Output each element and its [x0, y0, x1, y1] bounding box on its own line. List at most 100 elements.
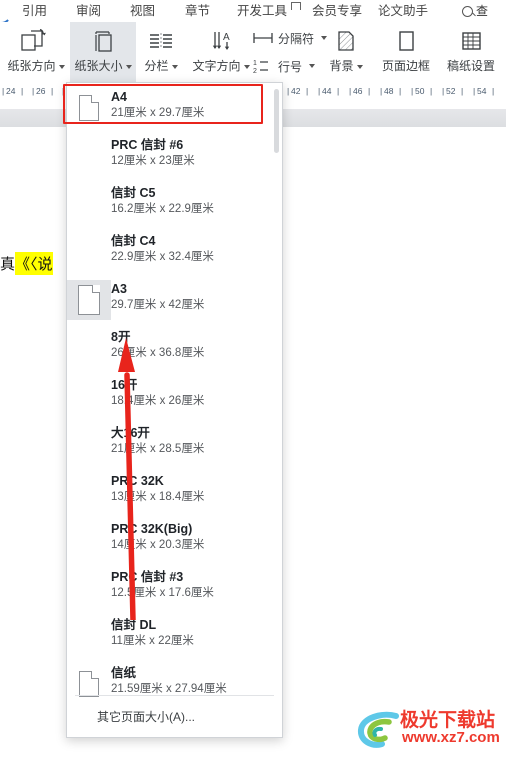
paper-size-option[interactable]: 大16开 21厘米 x 28.5厘米 — [67, 419, 282, 467]
option-icon-slot — [67, 568, 111, 608]
ruler-tick: | — [337, 86, 340, 96]
document-text-line: 真 《〈说 — [0, 248, 66, 278]
paper-size-option[interactable]: PRC 32K(Big) 14厘米 x 20.3厘米 — [67, 515, 282, 563]
option-text: 信纸 21.59厘米 x 27.94厘米 — [111, 664, 227, 698]
ruler-tick: | — [51, 86, 54, 96]
columns-icon — [147, 26, 175, 56]
ruler-tick: | — [32, 86, 35, 96]
background-button[interactable]: 背景 — [320, 22, 372, 82]
paper-size-option[interactable]: 信封 C5 16.2厘米 x 22.9厘米 — [67, 179, 282, 227]
document-highlighted-text: 《〈说 — [15, 251, 53, 275]
ruler-tick-26: 26 — [36, 86, 46, 96]
ruler-tick: | — [318, 86, 321, 96]
option-dimensions: 18.4厘米 x 26厘米 — [111, 395, 205, 407]
paper-size-option[interactable]: PRC 32K 13厘米 x 18.4厘米 — [67, 467, 282, 515]
option-text: A4 21厘米 x 29.7厘米 — [111, 88, 204, 122]
ruler-tick: | — [287, 86, 290, 96]
menu-item-developer[interactable]: 开发工具 — [237, 0, 287, 22]
page-border-button[interactable]: 页面边框 — [375, 22, 437, 82]
page-border-icon — [393, 26, 419, 56]
paper-orientation-icon — [21, 26, 51, 56]
paper-size-option[interactable]: 信封 DL 11厘米 x 22厘米 — [67, 611, 282, 659]
watermark: 极光下载站 www.xz7.com — [358, 706, 504, 756]
option-text: PRC 信封 #3 12.5厘米 x 17.6厘米 — [111, 568, 214, 602]
ruler-tick: | — [2, 86, 5, 96]
chevron-down-icon — [171, 64, 178, 69]
paper-size-option[interactable]: PRC 信封 #6 12厘米 x 23厘米 — [67, 131, 282, 179]
menu-item-references[interactable]: 引用 — [22, 0, 47, 22]
background-icon — [333, 26, 359, 56]
text-direction-button[interactable]: A 文字方向 — [186, 22, 256, 82]
option-name: 大16开 — [111, 426, 150, 440]
app-logo-icon — [0, 2, 12, 22]
separator-icon — [253, 33, 273, 43]
option-dimensions: 16.2厘米 x 22.9厘米 — [111, 203, 214, 215]
restore-window-icon[interactable] — [291, 2, 301, 10]
ruler-tick: | — [380, 86, 383, 96]
ruler-tick: | — [306, 86, 309, 96]
paper-size-option[interactable]: A3 29.7厘米 x 42厘米 — [67, 275, 282, 323]
other-page-size-menu-item[interactable]: 其它页面大小(A)... — [67, 696, 282, 736]
menu-item-member[interactable]: 会员专享 — [312, 0, 362, 22]
document-plain-text: 真 — [0, 254, 16, 273]
ruler-tick: | — [442, 86, 445, 96]
option-dimensions: 11厘米 x 22厘米 — [111, 635, 194, 647]
page-icon — [67, 280, 111, 320]
background-label: 背景 — [329, 57, 363, 74]
option-icon-slot — [67, 136, 111, 176]
paper-orientation-button[interactable]: 纸张方向 — [2, 22, 70, 82]
columns-button[interactable]: 分栏 — [137, 22, 185, 82]
text-direction-label: 文字方向 — [192, 57, 250, 74]
watermark-logo-icon — [358, 711, 399, 748]
option-name: 信封 C5 — [111, 186, 156, 200]
menu-item-review[interactable]: 审阅 — [76, 0, 101, 22]
ruler-tick-44: 44 — [322, 86, 332, 96]
menu-item-thesis-helper[interactable]: 论文助手 — [378, 0, 428, 22]
ruler-tick: | — [411, 86, 414, 96]
menu-item-section[interactable]: 章节 — [185, 0, 210, 22]
svg-text:2: 2 — [253, 68, 257, 74]
option-dimensions: 29.7厘米 x 42厘米 — [111, 299, 205, 311]
search-box[interactable]: 查 — [462, 0, 488, 22]
grid-paper-setting-button[interactable]: 稿纸设置 — [440, 22, 502, 82]
dropdown-scrollbar-thumb[interactable] — [274, 89, 279, 153]
ruler-tick-24: 24 — [6, 86, 16, 96]
chevron-down-icon — [125, 64, 132, 69]
option-icon-slot — [67, 376, 111, 416]
text-direction-icon: A — [206, 26, 236, 56]
separator-button[interactable]: 分隔符 — [250, 24, 328, 52]
chevron-down-icon — [309, 64, 316, 68]
option-text: 信封 DL 11厘米 x 22厘米 — [111, 616, 194, 650]
paper-size-option[interactable]: PRC 信封 #3 12.5厘米 x 17.6厘米 — [67, 563, 282, 611]
option-name: A4 — [111, 90, 127, 104]
separator-label: 分隔符 — [278, 31, 315, 46]
option-name: 信封 DL — [111, 618, 157, 632]
ruler-tick: | — [368, 86, 371, 96]
option-name: 8开 — [111, 330, 131, 344]
search-label: 查 — [476, 4, 489, 18]
option-dimensions: 21厘米 x 28.5厘米 — [111, 443, 205, 455]
paper-size-list[interactable]: A4 21厘米 x 29.7厘米 PRC 信封 #6 12厘米 x 23厘米 信封 C5… — [67, 83, 282, 697]
paper-size-dropdown-menu[interactable]: A4 21厘米 x 29.7厘米 PRC 信封 #6 12厘米 x 23厘米 信封 C5… — [66, 82, 283, 738]
option-dimensions: 21厘米 x 29.7厘米 — [111, 107, 205, 119]
option-name: A3 — [111, 282, 127, 296]
paper-size-option[interactable]: 16开 18.4厘米 x 26厘米 — [67, 371, 282, 419]
option-text: 信封 C4 22.9厘米 x 32.4厘米 — [111, 232, 214, 266]
option-dimensions: 12.5厘米 x 17.6厘米 — [111, 587, 214, 599]
line-number-button[interactable]: 1 2 行号 — [250, 52, 316, 80]
paper-size-option[interactable]: 信封 C4 22.9厘米 x 32.4厘米 — [67, 227, 282, 275]
option-text: 8开 26厘米 x 36.8厘米 — [111, 328, 204, 362]
option-name: PRC 32K(Big) — [111, 522, 193, 536]
paper-size-option[interactable]: A4 21厘米 x 29.7厘米 — [67, 83, 282, 131]
paper-size-option[interactable]: 8开 26厘米 x 36.8厘米 — [67, 323, 282, 371]
option-icon-slot — [67, 184, 111, 224]
ruler-tick: | — [349, 86, 352, 96]
watermark-url: www.xz7.com — [402, 729, 500, 746]
page-border-label: 页面边框 — [381, 59, 430, 73]
paper-size-button[interactable]: 纸张大小 — [70, 22, 136, 82]
option-dimensions: 12厘米 x 23厘米 — [111, 155, 195, 167]
page-icon-glyph — [79, 671, 99, 697]
search-icon — [462, 5, 473, 17]
option-name: PRC 信封 #3 — [111, 570, 184, 584]
menu-item-view[interactable]: 视图 — [130, 0, 155, 22]
